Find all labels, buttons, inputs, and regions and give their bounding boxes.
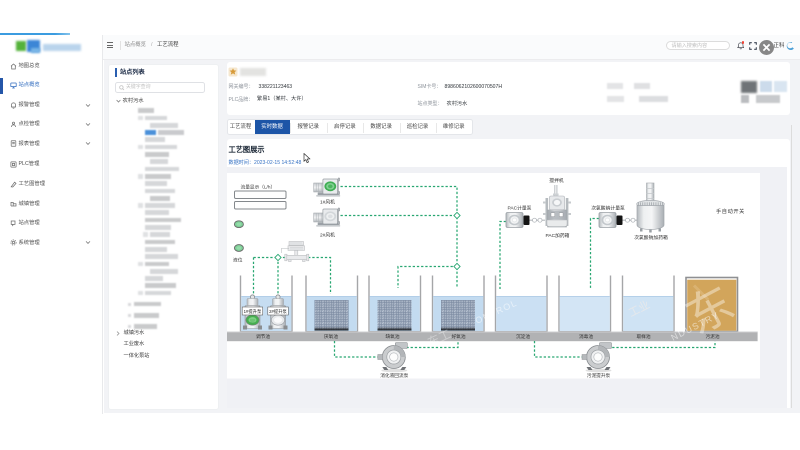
svg-text:2#风机: 2#风机 bbox=[320, 232, 335, 239]
svg-text:沉淀池: 沉淀池 bbox=[516, 333, 530, 340]
svg-text:次氯酸钠计量泵: 次氯酸钠计量泵 bbox=[591, 205, 625, 212]
svg-text:好氧池: 好氧池 bbox=[451, 333, 465, 340]
svg-text:取样池: 取样池 bbox=[636, 333, 650, 340]
svg-text:厌氧池: 厌氧池 bbox=[324, 333, 338, 340]
svg-text:PAC加药箱: PAC加药箱 bbox=[546, 232, 570, 239]
svg-text:1#提升泵: 1#提升泵 bbox=[244, 308, 262, 315]
svg-text:流量显示（L/h）: 流量显示（L/h） bbox=[241, 184, 276, 191]
svg-text:搅拌机: 搅拌机 bbox=[549, 177, 564, 184]
svg-text:消化液回流泵: 消化液回流泵 bbox=[380, 372, 408, 379]
svg-text:2#提升泵: 2#提升泵 bbox=[269, 308, 287, 315]
svg-text:液位: 液位 bbox=[233, 257, 243, 264]
svg-text:1#风机: 1#风机 bbox=[320, 199, 335, 206]
svg-text:缺氧池: 缺氧池 bbox=[385, 333, 399, 340]
svg-text:消毒池: 消毒池 bbox=[579, 333, 593, 340]
svg-text:手自动开关: 手自动开关 bbox=[716, 207, 745, 215]
svg-text:调节池: 调节池 bbox=[256, 333, 270, 340]
svg-text:次氯酸钠加药箱: 次氯酸钠加药箱 bbox=[634, 234, 668, 241]
svg-text:PAC计量泵: PAC计量泵 bbox=[508, 205, 532, 212]
svg-text:污泥提升泵: 污泥提升泵 bbox=[587, 372, 611, 379]
